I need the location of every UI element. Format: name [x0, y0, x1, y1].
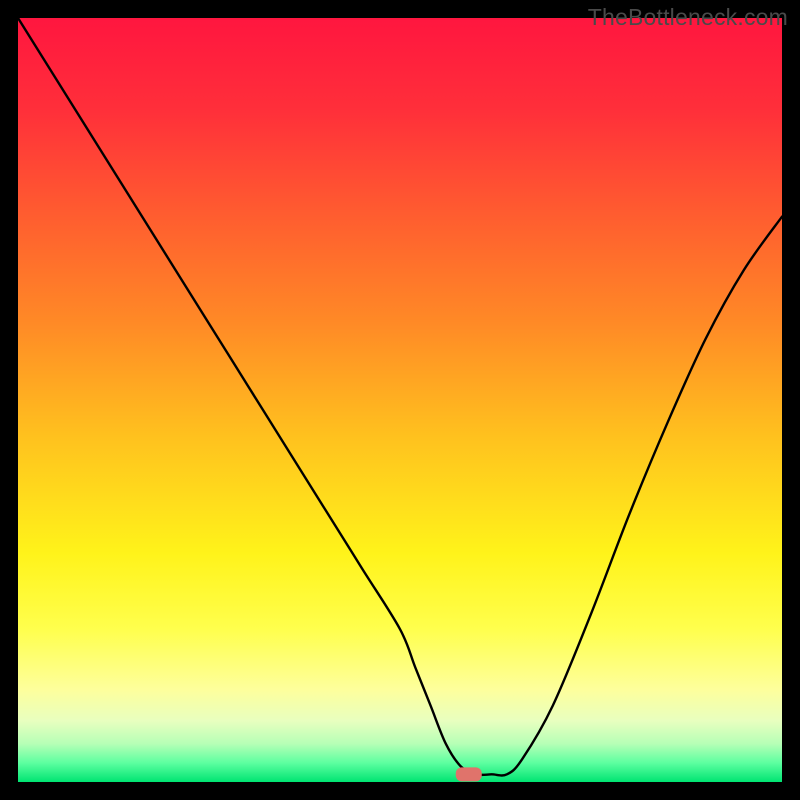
watermark-text: TheBottleneck.com — [588, 4, 788, 31]
plot-area — [18, 18, 782, 782]
chart-background — [18, 18, 782, 782]
chart-frame: TheBottleneck.com — [0, 0, 800, 800]
optimal-marker — [456, 767, 482, 781]
chart-svg — [18, 18, 782, 782]
